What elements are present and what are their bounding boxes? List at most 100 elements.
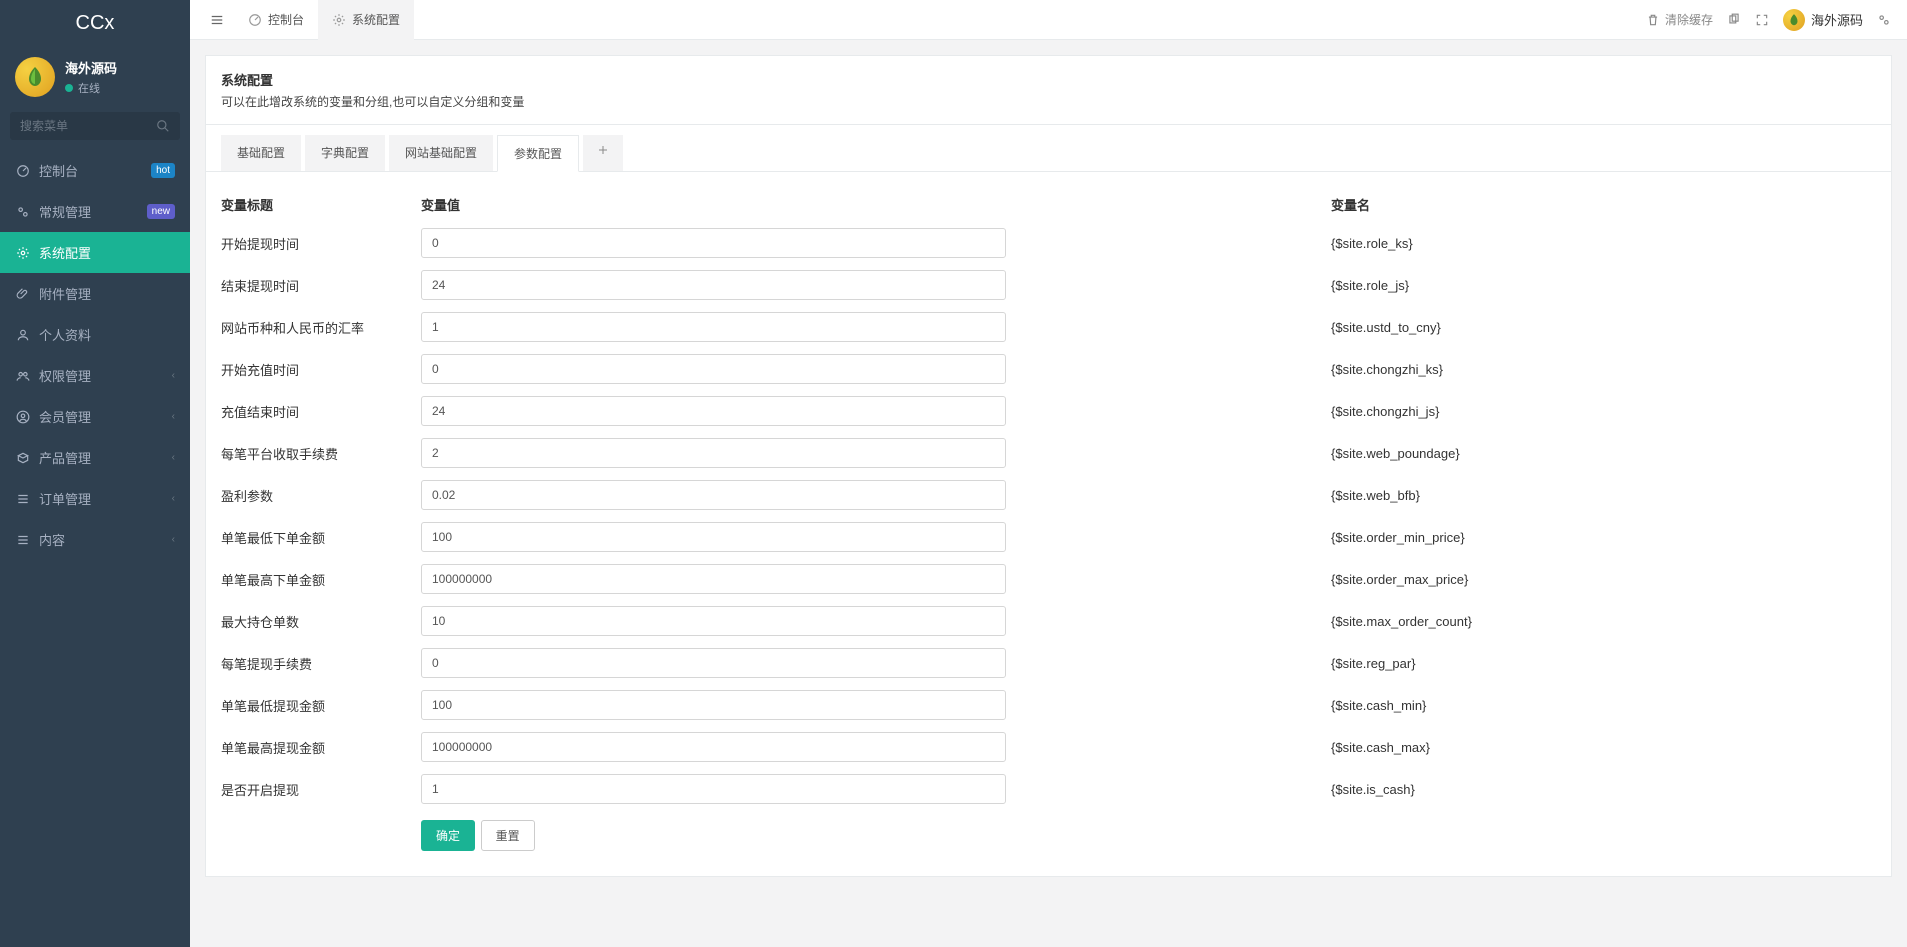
sidebar-item-5[interactable]: 权限管理‹ (0, 355, 190, 396)
nav-label: 内容 (39, 530, 172, 549)
row-value-input[interactable] (421, 438, 1006, 468)
sidebar-profile[interactable]: 海外源码 在线 (0, 47, 190, 112)
copy-icon (1727, 13, 1741, 27)
search-input[interactable] (10, 112, 180, 140)
topbar-user[interactable]: 海外源码 (1783, 9, 1863, 31)
row-varname: {$site.cash_max} (1011, 740, 1876, 755)
row-varname: {$site.chongzhi_ks} (1011, 362, 1876, 377)
circle-user-icon (15, 410, 31, 424)
top-tab-1[interactable]: 系统配置 (318, 0, 414, 40)
row-label: 单笔最高下单金额 (221, 570, 421, 589)
row-value-input[interactable] (421, 396, 1006, 426)
row-value-input[interactable] (421, 480, 1006, 510)
avatar (15, 57, 55, 97)
sidebar-item-7[interactable]: 产品管理‹ (0, 437, 190, 478)
sidebar-item-2[interactable]: 系统配置 (0, 232, 190, 273)
row-value-input[interactable] (421, 354, 1006, 384)
nav-label: 系统配置 (39, 243, 175, 262)
panel-desc: 可以在此增改系统的变量和分组,也可以自定义分组和变量 (221, 93, 1876, 110)
config-panel: 系统配置 可以在此增改系统的变量和分组,也可以自定义分组和变量 基础配置字典配置… (205, 55, 1892, 877)
list-icon (15, 492, 31, 506)
row-label: 充值结束时间 (221, 402, 421, 421)
row-varname: {$site.web_poundage} (1011, 446, 1876, 461)
dashboard-icon (248, 13, 262, 27)
nav-label: 产品管理 (39, 448, 172, 467)
sidebar-item-9[interactable]: 内容‹ (0, 519, 190, 560)
clear-cache-button[interactable]: 清除缓存 (1646, 11, 1713, 28)
table-row: 单笔最高提现金额 {$site.cash_max} (221, 726, 1876, 768)
row-label: 单笔最低提现金额 (221, 696, 421, 715)
gear-icon (15, 246, 31, 260)
app-logo[interactable]: CCx (0, 0, 190, 47)
table-row: 开始充值时间{$site.chongzhi_ks} (221, 348, 1876, 390)
reset-button[interactable]: 重置 (481, 820, 535, 851)
table-header: 变量标题 变量值 变量名 (221, 187, 1876, 222)
table-row: 充值结束时间 {$site.chongzhi_js} (221, 390, 1876, 432)
header-value: 变量值 (421, 195, 1011, 214)
row-varname: {$site.order_max_price} (1011, 572, 1876, 587)
table-row: 盈利参数{$site.web_bfb} (221, 474, 1876, 516)
table-row: 单笔最高下单金额 {$site.order_max_price} (221, 558, 1876, 600)
sidebar-item-3[interactable]: 附件管理 (0, 273, 190, 314)
hamburger-icon[interactable] (200, 13, 234, 27)
sidebar-username: 海外源码 (65, 58, 117, 77)
copy-button[interactable] (1727, 13, 1741, 27)
nav-label: 权限管理 (39, 366, 172, 385)
table-row: 是否开启提现{$site.is_cash} (221, 768, 1876, 810)
config-tab-3[interactable]: 参数配置 (497, 135, 579, 172)
row-varname: {$site.chongzhi_js} (1011, 404, 1876, 419)
row-value-input[interactable] (421, 732, 1006, 762)
fullscreen-button[interactable] (1755, 13, 1769, 27)
sidebar-item-6[interactable]: 会员管理‹ (0, 396, 190, 437)
sidebar-item-8[interactable]: 订单管理‹ (0, 478, 190, 519)
sidebar-item-4[interactable]: 个人资料 (0, 314, 190, 355)
add-tab-button[interactable] (583, 135, 623, 171)
sidebar-item-0[interactable]: 控制台hot (0, 150, 190, 191)
sidebar-item-1[interactable]: 常规管理new (0, 191, 190, 232)
sidebar-status: 在线 (65, 80, 117, 96)
config-tab-0[interactable]: 基础配置 (221, 135, 301, 171)
badge: hot (151, 163, 175, 178)
row-value-input[interactable] (421, 774, 1006, 804)
cogs-icon (1877, 13, 1891, 27)
row-value-input[interactable] (421, 270, 1006, 300)
row-label: 盈利参数 (221, 486, 421, 505)
nav-label: 会员管理 (39, 407, 172, 426)
nav-label: 常规管理 (39, 202, 147, 221)
row-varname: {$site.role_js} (1011, 278, 1876, 293)
row-value-input[interactable] (421, 522, 1006, 552)
row-value-input[interactable] (421, 648, 1006, 678)
row-value-input[interactable] (421, 312, 1006, 342)
chevron-left-icon: ‹ (172, 493, 175, 504)
row-varname: {$site.is_cash} (1011, 782, 1876, 797)
badge: new (147, 204, 175, 219)
sidebar-search (0, 112, 190, 150)
search-icon[interactable] (156, 119, 170, 133)
plus-icon (597, 144, 609, 156)
list-icon (15, 533, 31, 547)
config-tab-1[interactable]: 字典配置 (305, 135, 385, 171)
submit-button[interactable]: 确定 (421, 820, 475, 851)
config-tab-2[interactable]: 网站基础配置 (389, 135, 493, 171)
paperclip-icon (15, 287, 31, 301)
row-value-input[interactable] (421, 228, 1006, 258)
chevron-left-icon: ‹ (172, 411, 175, 422)
row-label: 单笔最高提现金额 (221, 738, 421, 757)
chevron-left-icon: ‹ (172, 452, 175, 463)
row-value-input[interactable] (421, 606, 1006, 636)
top-tab-0[interactable]: 控制台 (234, 0, 318, 40)
row-varname: {$site.role_ks} (1011, 236, 1876, 251)
topbar: 控制台 系统配置 清除缓存 海外源码 (190, 0, 1907, 40)
row-value-input[interactable] (421, 564, 1006, 594)
settings-button[interactable] (1877, 13, 1891, 27)
status-text: 在线 (78, 80, 100, 96)
dashboard-icon (15, 164, 31, 178)
table-row: 单笔最低提现金额{$site.cash_min} (221, 684, 1876, 726)
tab-label: 控制台 (268, 11, 304, 28)
status-dot-icon (65, 84, 73, 92)
trash-icon (1646, 13, 1660, 27)
row-value-input[interactable] (421, 690, 1006, 720)
row-varname: {$site.max_order_count} (1011, 614, 1876, 629)
row-label: 每笔提现手续费 (221, 654, 421, 673)
tab-label: 系统配置 (352, 11, 400, 28)
